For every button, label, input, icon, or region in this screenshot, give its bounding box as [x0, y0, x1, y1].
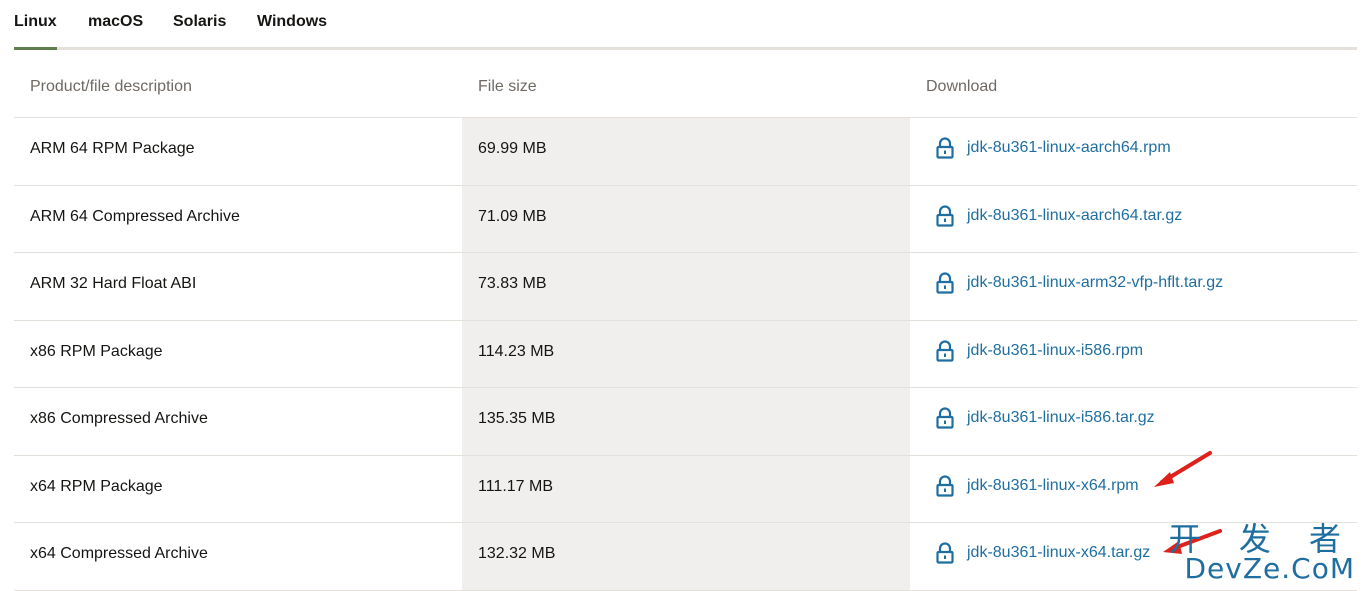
lock-icon [936, 205, 954, 227]
table-row: ARM 64 RPM Package 69.99 MB jdk-8u361-linu… [14, 118, 1357, 186]
row-file-size: 114.23 MB [478, 343, 554, 361]
table-row: ARM 32 Hard Float ABI 73.83 MB jdk-8u361-l… [14, 253, 1357, 321]
header-download: Download [926, 78, 997, 96]
lock-icon [936, 542, 954, 564]
download-link[interactable]: jdk-8u361-linux-i586.rpm [936, 340, 1143, 362]
table-row: x64 Compressed Archive 132.32 MB jdk-8u361… [14, 523, 1357, 591]
tab-windows[interactable]: Windows [257, 12, 327, 48]
download-link[interactable]: jdk-8u361-linux-i586.tar.gz [936, 407, 1155, 429]
row-description: x86 RPM Package [30, 343, 163, 361]
row-description: ARM 32 Hard Float ABI [30, 275, 196, 293]
download-filename[interactable]: jdk-8u361-linux-arm32-vfp-hflt.tar.gz [967, 274, 1223, 292]
row-file-size: 71.09 MB [478, 208, 546, 226]
row-file-size: 132.32 MB [478, 545, 555, 563]
os-tab-bar: Linux macOS Solaris Windows [14, 0, 1357, 50]
table-row: ARM 64 Compressed Archive 71.09 MB jdk-8u3… [14, 186, 1357, 254]
table-row: x86 RPM Package 114.23 MB jdk-8u361-linux-… [14, 321, 1357, 389]
row-description: x64 Compressed Archive [30, 545, 208, 563]
red-arrow-icon [1150, 448, 1220, 493]
row-description: x86 Compressed Archive [30, 410, 208, 428]
download-filename[interactable]: jdk-8u361-linux-x64.rpm [967, 477, 1139, 495]
tab-linux[interactable]: Linux [14, 12, 57, 50]
downloads-table: Product/file description File size Downl… [14, 54, 1357, 591]
lock-icon [936, 137, 954, 159]
header-file-size: File size [478, 78, 537, 96]
lock-icon [936, 340, 954, 362]
download-filename[interactable]: jdk-8u361-linux-x64.tar.gz [967, 544, 1150, 562]
download-filename[interactable]: jdk-8u361-linux-aarch64.tar.gz [967, 207, 1182, 225]
lock-icon [936, 407, 954, 429]
table-header: Product/file description File size Downl… [14, 54, 1357, 118]
tab-solaris[interactable]: Solaris [173, 12, 226, 48]
row-file-size: 69.99 MB [478, 140, 546, 158]
watermark-en: DevZe.CoM [1169, 555, 1355, 583]
download-filename[interactable]: jdk-8u361-linux-aarch64.rpm [967, 139, 1171, 157]
download-link[interactable]: jdk-8u361-linux-aarch64.tar.gz [936, 205, 1182, 227]
row-description: ARM 64 RPM Package [30, 140, 195, 158]
header-description: Product/file description [30, 78, 192, 96]
tab-macos[interactable]: macOS [88, 12, 143, 48]
download-link[interactable]: jdk-8u361-linux-x64.tar.gz [936, 542, 1150, 564]
watermark: 开 发 者 DevZe.CoM [1169, 523, 1355, 583]
lock-icon [936, 272, 954, 294]
row-description: x64 RPM Package [30, 478, 163, 496]
row-description: ARM 64 Compressed Archive [30, 208, 240, 226]
table-row: x86 Compressed Archive 135.35 MB jdk-8u361… [14, 388, 1357, 456]
download-filename[interactable]: jdk-8u361-linux-i586.rpm [967, 342, 1143, 360]
download-link[interactable]: jdk-8u361-linux-aarch64.rpm [936, 137, 1171, 159]
table-body: ARM 64 RPM Package 69.99 MB jdk-8u361-linu… [14, 118, 1357, 591]
download-link[interactable]: jdk-8u361-linux-x64.rpm [936, 475, 1139, 497]
lock-icon [936, 475, 954, 497]
row-file-size: 135.35 MB [478, 410, 555, 428]
row-file-size: 111.17 MB [478, 478, 553, 496]
download-link[interactable]: jdk-8u361-linux-arm32-vfp-hflt.tar.gz [936, 272, 1223, 294]
download-filename[interactable]: jdk-8u361-linux-i586.tar.gz [967, 409, 1155, 427]
row-file-size: 73.83 MB [478, 275, 546, 293]
watermark-cn: 开 发 者 [1169, 523, 1355, 555]
